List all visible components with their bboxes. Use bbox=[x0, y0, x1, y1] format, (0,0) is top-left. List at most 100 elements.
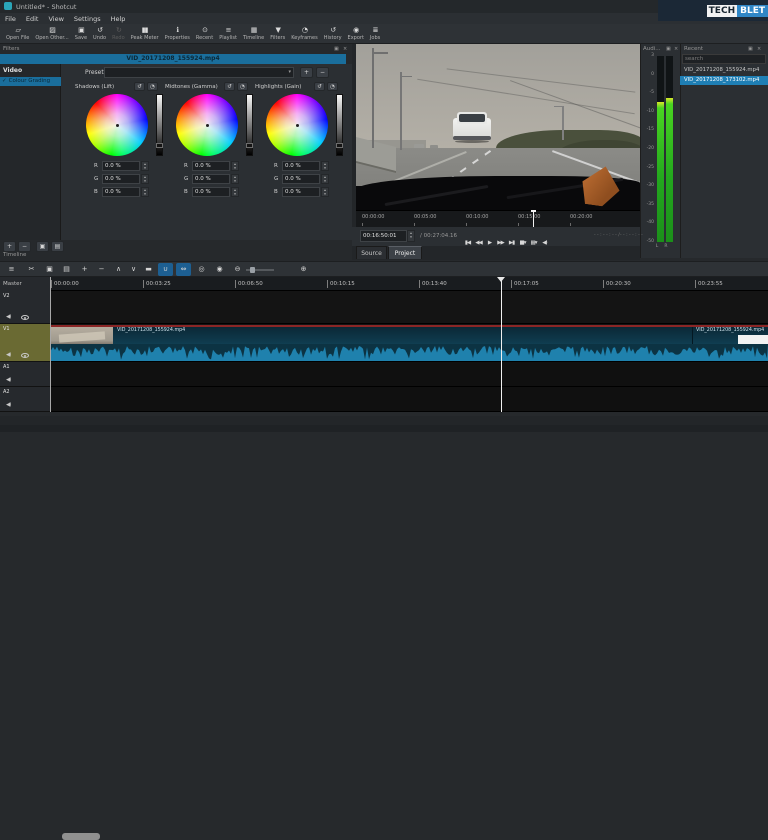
hide-icon[interactable] bbox=[21, 353, 29, 358]
grid-button[interactable]: ▦▾ bbox=[528, 238, 539, 248]
rgb-spinner[interactable]: ▴▾ bbox=[231, 187, 239, 197]
wheel-undo-button[interactable]: ↺ bbox=[314, 82, 325, 91]
timeline-playhead[interactable] bbox=[501, 277, 502, 412]
preset-remove-button[interactable]: − bbox=[316, 67, 329, 78]
track-header-v2[interactable]: V2◀) bbox=[0, 291, 50, 324]
recent-item[interactable]: VID_20171208_173102.mp4 bbox=[680, 76, 768, 85]
slider-handle[interactable] bbox=[246, 143, 253, 148]
rgb-spinner[interactable]: ▴▾ bbox=[321, 174, 329, 184]
filters-button[interactable]: ▼Filters bbox=[267, 26, 288, 41]
overwrite-button[interactable]: ∨ bbox=[126, 263, 141, 276]
export-button[interactable]: ◉Export bbox=[345, 26, 367, 41]
ripple-delete-button[interactable]: − bbox=[94, 263, 109, 276]
timecode-spinner[interactable]: ▴▾ bbox=[407, 230, 415, 242]
wheel-undo-button[interactable]: ↺ bbox=[134, 82, 145, 91]
timeline-scrollbar[interactable] bbox=[0, 416, 768, 425]
player-scrub-ruler[interactable]: 00:00:0000:05:0000:10:0000:15:0000:20:00 bbox=[356, 210, 640, 227]
open-other-button[interactable]: ▨Open Other... bbox=[32, 26, 71, 41]
skip-end-button[interactable]: ▶▮ bbox=[506, 238, 517, 248]
mute-icon[interactable]: ◀) bbox=[6, 314, 10, 320]
rgb-spinner[interactable]: ▴▾ bbox=[141, 174, 149, 184]
slider-handle[interactable] bbox=[156, 143, 163, 148]
zoom-slider-handle[interactable] bbox=[250, 267, 255, 273]
snap-button[interactable]: ∪ bbox=[158, 263, 173, 276]
dock-close-icon[interactable]: × bbox=[343, 46, 347, 52]
ripple-all-button[interactable]: ◉ bbox=[212, 263, 227, 276]
skip-start-button[interactable]: ▮◀ bbox=[462, 238, 473, 248]
rgb-value-input[interactable]: 0.0 % bbox=[102, 161, 140, 171]
mute-icon[interactable]: ◀) bbox=[6, 352, 10, 358]
recent-search-input[interactable] bbox=[682, 54, 766, 64]
track-lane-a2[interactable] bbox=[50, 387, 768, 412]
redo-button[interactable]: ↻Redo bbox=[109, 26, 128, 41]
volume-button[interactable]: ◀) bbox=[539, 238, 550, 248]
timeline-zoom-slider[interactable] bbox=[246, 269, 274, 271]
mute-icon[interactable]: ◀) bbox=[6, 377, 10, 383]
menu-item-edit[interactable]: Edit bbox=[21, 15, 44, 23]
fast-forward-button[interactable]: ▶▶ bbox=[495, 238, 506, 248]
properties-button[interactable]: ℹProperties bbox=[162, 26, 193, 41]
track-header-a2[interactable]: A2◀) bbox=[0, 387, 50, 412]
copy-filters-button[interactable]: ▣ bbox=[36, 241, 49, 252]
stop-button[interactable]: ■▾ bbox=[517, 238, 528, 248]
wheel-brightness-slider[interactable] bbox=[156, 94, 163, 156]
rgb-value-input[interactable]: 0.0 % bbox=[282, 161, 320, 171]
current-timecode-field[interactable]: 00:16:50:01 bbox=[360, 230, 407, 242]
rgb-value-input[interactable]: 0.0 % bbox=[102, 174, 140, 184]
menu-item-view[interactable]: View bbox=[43, 15, 68, 23]
rgb-spinner[interactable]: ▴▾ bbox=[321, 161, 329, 171]
add-filter-button[interactable]: + bbox=[3, 241, 16, 252]
marker-button[interactable]: ▬ bbox=[141, 263, 156, 276]
color-wheel[interactable] bbox=[266, 94, 328, 156]
tab-source[interactable]: Source bbox=[356, 246, 387, 259]
in-point-field[interactable]: - - : - - : - - / bbox=[594, 233, 620, 238]
menu-item-help[interactable]: Help bbox=[106, 15, 131, 23]
paste-filters-button[interactable]: ▤ bbox=[51, 241, 64, 252]
filter-list[interactable] bbox=[0, 64, 61, 240]
scrub-while-dragging-button[interactable]: ⇔ bbox=[176, 263, 191, 276]
dock-float-icon[interactable]: ▣ bbox=[666, 46, 671, 52]
rgb-value-input[interactable]: 0.0 % bbox=[282, 174, 320, 184]
video-preview[interactable] bbox=[356, 44, 640, 210]
wheel-keyframes-button[interactable]: ◔ bbox=[237, 82, 248, 91]
recent-button[interactable]: ⊙Recent bbox=[193, 26, 216, 41]
save-button[interactable]: ▣Save bbox=[72, 26, 90, 41]
color-wheel[interactable] bbox=[86, 94, 148, 156]
rgb-value-input[interactable]: 0.0 % bbox=[192, 174, 230, 184]
mute-icon[interactable]: ◀) bbox=[6, 402, 10, 408]
rgb-value-input[interactable]: 0.0 % bbox=[192, 161, 230, 171]
scrollbar-thumb[interactable] bbox=[62, 833, 100, 840]
slider-handle[interactable] bbox=[336, 143, 343, 148]
rgb-value-input[interactable]: 0.0 % bbox=[102, 187, 140, 197]
rgb-spinner[interactable]: ▴▾ bbox=[231, 161, 239, 171]
playlist-button[interactable]: ≡Playlist bbox=[216, 26, 240, 41]
jobs-button[interactable]: ≣Jobs bbox=[367, 26, 383, 41]
preset-add-button[interactable]: + bbox=[300, 67, 313, 78]
rgb-spinner[interactable]: ▴▾ bbox=[141, 161, 149, 171]
wheel-keyframes-button[interactable]: ◔ bbox=[327, 82, 338, 91]
wheel-brightness-slider[interactable] bbox=[336, 94, 343, 156]
dock-float-icon[interactable]: ▣ bbox=[748, 46, 753, 52]
menu-item-file[interactable]: File bbox=[0, 15, 21, 23]
wheel-undo-button[interactable]: ↺ bbox=[224, 82, 235, 91]
rgb-spinner[interactable]: ▴▾ bbox=[141, 187, 149, 197]
filter-item-colour-grading[interactable]: ✓Colour Grading bbox=[0, 77, 61, 86]
recent-item[interactable]: VID_20171208_155924.mp4 bbox=[680, 66, 768, 75]
player-playhead[interactable] bbox=[533, 210, 534, 227]
remove-filter-button[interactable]: − bbox=[18, 241, 31, 252]
dock-float-icon[interactable]: ▣ bbox=[334, 46, 339, 52]
history-button[interactable]: ↺History bbox=[321, 26, 345, 41]
preset-dropdown[interactable]: ▾ bbox=[104, 67, 294, 78]
track-lane-a1[interactable] bbox=[50, 362, 768, 387]
dock-close-icon[interactable]: × bbox=[757, 46, 761, 52]
lift-button[interactable]: ∧ bbox=[111, 263, 126, 276]
timeline-ruler[interactable]: 00:00:0000:03:2500:06:5000:10:1500:13:40… bbox=[50, 277, 768, 291]
track-lane-v2[interactable] bbox=[50, 291, 768, 324]
razor-button[interactable]: ✂ bbox=[24, 263, 39, 276]
track-header-a1[interactable]: A1◀) bbox=[0, 362, 50, 387]
track-head-divider[interactable] bbox=[50, 277, 51, 412]
rgb-value-input[interactable]: 0.0 % bbox=[282, 187, 320, 197]
track-header-v1[interactable]: V1◀) bbox=[0, 324, 50, 362]
rgb-spinner[interactable]: ▴▾ bbox=[231, 174, 239, 184]
zoom-out-button[interactable]: ⊖ bbox=[230, 263, 245, 276]
